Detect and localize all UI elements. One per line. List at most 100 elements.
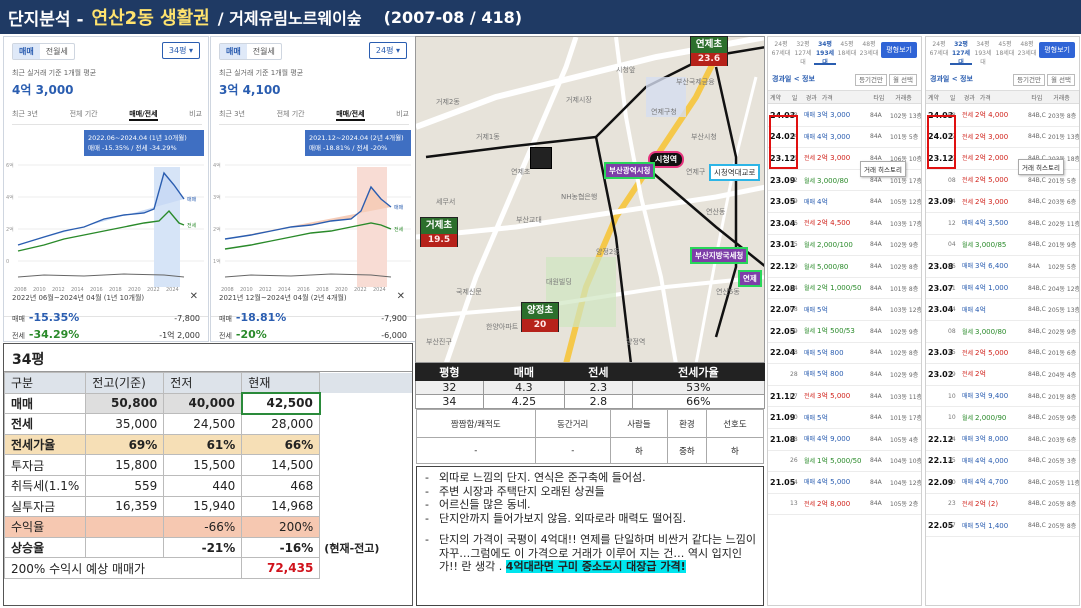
transaction-row[interactable]: 21.08 18 매매 4억 9,000 84A 105동 4층 [768, 429, 921, 451]
transaction-row[interactable]: 23.02 19 전세 2억 84B,C 204동 4층 [926, 364, 1079, 386]
tab-pyeong[interactable]: 34평 193세대 [972, 40, 994, 66]
tab-pyeong[interactable]: 34평 193세대 [814, 40, 836, 66]
column-header-cell[interactable]: 경과 [962, 93, 978, 102]
tab-sale[interactable]: 매매 [13, 44, 40, 59]
poi-tag[interactable]: 연제 [738, 270, 762, 287]
apartment-marker-icon[interactable] [530, 147, 552, 169]
tab-all-period[interactable]: 전체 기간 [277, 109, 305, 121]
transaction-row[interactable]: 13 전세 2억 8,000 84A 105동 2층 [768, 494, 921, 516]
pyeong-select[interactable]: 24평 ▾ [368, 42, 407, 59]
tab-pyeong[interactable]: 24평 67세대 [928, 40, 950, 65]
poi-tag[interactable]: 부산광역시청 [604, 162, 656, 179]
transaction-row[interactable]: 22.09 30 매매 4억 4,700 84B,C 205동 11층 [926, 472, 1079, 494]
sort-label[interactable]: 경과일 < 정보 [772, 74, 815, 84]
transaction-row[interactable]: 23.01 15 월세 2,000/100 84A 102동 9층 [768, 235, 921, 257]
transaction-row[interactable]: 23.04 14 매매 4억 84B,C 205동 13층 [926, 299, 1079, 321]
transaction-row[interactable]: 08 월세 3,000/80 84B,C 202동 9층 [926, 321, 1079, 343]
tab-sale-jeonse[interactable]: 매매/전세 [336, 109, 365, 121]
tab-pyeong[interactable]: 24평 67세대 [770, 40, 792, 65]
transaction-row[interactable]: 22.11 25 매매 4억 4,000 84B,C 205동 3층 [926, 451, 1079, 473]
deal-amount: 5억 1,400 [975, 521, 1009, 530]
transaction-row[interactable]: 22.04 18 매매 5억 800 84A 102동 8층 [768, 343, 921, 365]
column-header-cell[interactable]: 가격 [820, 93, 872, 102]
transaction-row[interactable]: 28 매매 5억 800 84A 102동 9층 [768, 364, 921, 386]
transaction-row[interactable]: 23.04 26 전세 2억 4,500 84A 103동 17층 [768, 213, 921, 235]
tab-pyeong[interactable]: 45평 18세대 [836, 40, 858, 65]
school-marker[interactable]: 양정초 20 [521, 302, 559, 332]
view-pyeong-button[interactable]: 평형보기 [1039, 42, 1075, 58]
school-marker[interactable]: 연제초 23.6 [690, 36, 728, 66]
transaction-row[interactable]: 12 매매 4억 3,500 84B,C 202동 11층 [926, 213, 1079, 235]
month-select-button[interactable]: 월 선택 [1046, 74, 1075, 86]
transaction-row[interactable]: 10 월세 2,000/90 84B,C 205동 9층 [926, 407, 1079, 429]
transaction-row[interactable]: 22.12 19 월세 5,000/80 84A 102동 8층 [768, 256, 921, 278]
transaction-row[interactable]: 22.07 08 매매 5억 84A 103동 12층 [768, 299, 921, 321]
close-icon[interactable]: ✕ [397, 291, 405, 302]
tab-sale-jeonse[interactable]: 매매/전세 [129, 109, 158, 121]
transaction-row[interactable]: 23.08 26 매매 3억 6,400 84A 102동 5층 [926, 256, 1079, 278]
column-header-cell[interactable]: 계약 [926, 93, 948, 102]
area-map[interactable]: 시청앞 연제구청 부산시청 거제시장 NH농협은행 부산교대 양정역 연산동 국… [415, 36, 765, 363]
column-header-cell[interactable]: 타입 [1029, 93, 1051, 102]
tab-pyeong[interactable]: 32평 127세대 [950, 40, 972, 66]
column-header-cell[interactable]: 경과 [804, 93, 820, 102]
tab-pyeong[interactable]: 48평 23세대 [858, 40, 880, 65]
tab-recent-3y[interactable]: 최근 3년 [219, 109, 245, 121]
deal-day: 24 [948, 435, 956, 443]
transaction-row[interactable]: 21.05 14 매매 4억 5,000 84A 104동 12층 [768, 472, 921, 494]
avg-price: 3억 4,100 [219, 83, 281, 97]
deal-amount: 3,000/80 [975, 327, 1007, 336]
column-header-cell[interactable]: 타입 [871, 93, 893, 102]
tab-jeonse[interactable]: 전월세 [247, 44, 281, 59]
tab-compare[interactable]: 비교 [396, 109, 409, 121]
deal-price: 월세 2,000/100 [804, 240, 870, 249]
transaction-row[interactable]: 04 월세 3,000/85 84B,C 201동 9층 [926, 235, 1079, 257]
transaction-row[interactable]: 23.07 21 매매 4억 1,000 84B,C 204동 12층 [926, 278, 1079, 300]
school-marker[interactable]: 거제초 19.5 [420, 217, 458, 247]
tab-pyeong[interactable]: 45평 18세대 [994, 40, 1016, 65]
sort-label[interactable]: 경과일 < 정보 [930, 74, 973, 84]
transaction-row[interactable]: 22.12 24 매매 3억 8,000 84B,C 203동 6층 [926, 429, 1079, 451]
transaction-row[interactable]: 10 매매 3억 9,400 84B,C 201동 8층 [926, 386, 1079, 408]
column-header-cell[interactable]: 일 [948, 93, 962, 102]
transaction-row[interactable]: 22.08 04 월세 2억 1,000/50 84A 101동 8층 [768, 278, 921, 300]
tab-sale[interactable]: 매매 [220, 44, 247, 59]
poi-tag[interactable]: 부산지방국세청 [690, 247, 749, 264]
transaction-row[interactable]: 22.05 09 월세 1억 500/53 84A 102동 9층 [768, 321, 921, 343]
unit-floor: 201동 5층 [1048, 177, 1077, 185]
transaction-row[interactable]: 23.05 29 매매 4억 84A 105동 12층 [768, 191, 921, 213]
column-header-cell[interactable]: 거래층 [893, 93, 921, 102]
pyeong-select[interactable]: 34평 ▾ [161, 42, 200, 59]
registered-only-button[interactable]: 등기건만 [1013, 74, 1045, 86]
close-icon[interactable]: ✕ [190, 291, 198, 302]
column-header-cell[interactable]: 거래층 [1051, 93, 1079, 102]
column-header-cell[interactable]: 일 [790, 93, 804, 102]
transaction-row[interactable]: 23.09 24 전세 2억 3,000 84B,C 203동 6층 [926, 191, 1079, 213]
month-select-button[interactable]: 월 선택 [888, 74, 917, 86]
tab-recent-3y[interactable]: 최근 3년 [12, 109, 38, 121]
comment-item: - 단지의 가격이 국평이 4억대!! 연제를 단일하며 비싼거 같다는 느낌이 … [425, 533, 757, 573]
jeonse-label: 전세 [12, 332, 25, 340]
column-header-cell[interactable]: 계약 [768, 93, 790, 102]
transaction-row[interactable]: 23.03 15 전세 2억 5,000 84B,C 201동 6층 [926, 343, 1079, 365]
table-header-row: 평형 매매 전세 전세가율 [415, 363, 766, 381]
poi-tag[interactable]: 시청역대교로 [709, 164, 761, 181]
sale-change-row: 매매 -18.81% -7,900 [219, 311, 407, 324]
registered-only-button[interactable]: 등기건만 [855, 74, 887, 86]
transaction-row[interactable]: 21.09 10 매매 5억 84A 101동 17층 [768, 407, 921, 429]
deal-month: 23.03 [928, 348, 954, 358]
transaction-row[interactable]: 23 전세 2억 (2) 84B,C 205동 8층 [926, 494, 1079, 516]
tab-pyeong[interactable]: 48평 23세대 [1016, 40, 1038, 65]
view-pyeong-button[interactable]: 평형보기 [881, 42, 917, 58]
transaction-row[interactable]: 21.12 07 전세 3억 5,000 84A 103동 11층 [768, 386, 921, 408]
transaction-row[interactable]: 22.05 07 매매 5억 1,400 84B,C 205동 8층 [926, 515, 1079, 537]
deal-month: 21.08 [770, 434, 796, 444]
tab-all-period[interactable]: 전체 기간 [70, 109, 98, 121]
tab-pyeong[interactable]: 32평 127세대 [792, 40, 814, 66]
cell: 35,000 [85, 413, 165, 435]
column-header-cell[interactable]: 가격 [978, 93, 1030, 102]
transaction-row[interactable]: 26 월세 1억 5,000/50 84A 104동 10층 [768, 451, 921, 473]
table-row: - - 하 중하 하 [416, 437, 765, 464]
tab-compare[interactable]: 비교 [189, 109, 202, 121]
tab-jeonse[interactable]: 전월세 [40, 44, 74, 59]
